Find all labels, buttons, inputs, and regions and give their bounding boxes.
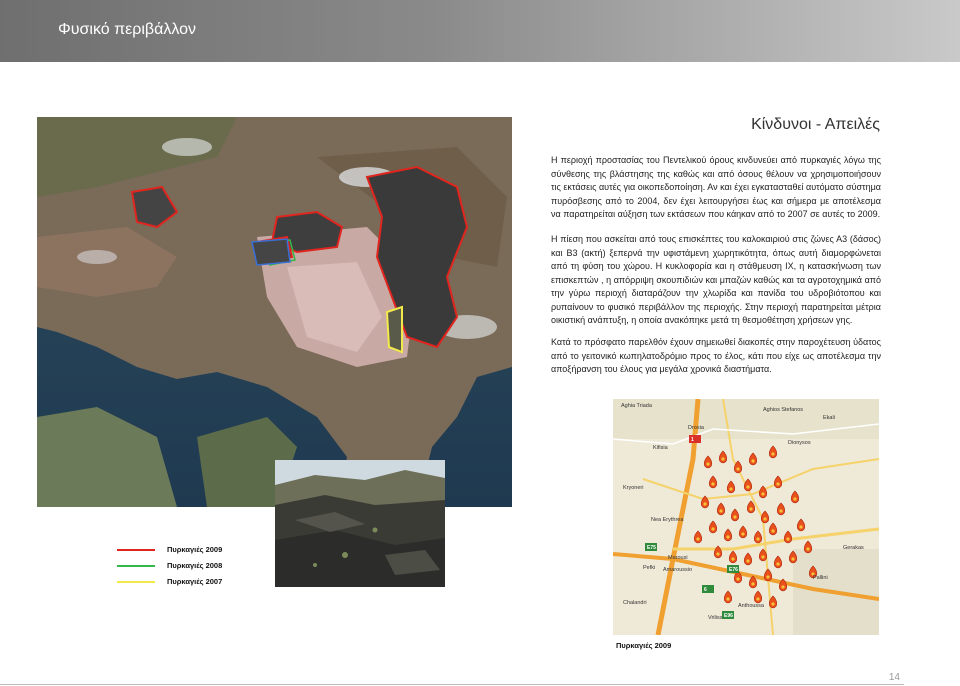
burn-area-2008 bbox=[251, 238, 291, 266]
fire-marker-core bbox=[729, 487, 733, 491]
road-marker-label: 1 bbox=[691, 437, 694, 443]
legend-label: Πυρκαγιές 2009 bbox=[167, 545, 223, 554]
fire-marker-core bbox=[746, 485, 750, 489]
fire-marker-core bbox=[766, 575, 770, 579]
fire-marker-core bbox=[749, 507, 753, 511]
map-place-label: Dionysos bbox=[788, 440, 811, 446]
fire-marker-core bbox=[719, 509, 723, 513]
fire-marker-core bbox=[736, 577, 740, 581]
fire-marker-core bbox=[786, 537, 790, 541]
fire-marker-core bbox=[733, 515, 737, 519]
fire-marker-core bbox=[771, 452, 775, 456]
fire-marker-core bbox=[776, 562, 780, 566]
fire-marker-core bbox=[696, 537, 700, 541]
map-place-label: Kifisia bbox=[653, 445, 669, 451]
fire-marker-core bbox=[726, 597, 730, 601]
fire-marker-core bbox=[703, 502, 707, 506]
fire-marker-core bbox=[776, 482, 780, 486]
burned-hillside-photo bbox=[275, 460, 445, 587]
fire-marker-core bbox=[756, 597, 760, 601]
fire-marker-core bbox=[751, 459, 755, 463]
satellite-fire-map bbox=[37, 117, 512, 507]
fire-marker-core bbox=[771, 602, 775, 606]
fire-marker-core bbox=[751, 582, 755, 586]
fire-marker-core bbox=[711, 527, 715, 531]
map-place-label: Amaroussio bbox=[663, 567, 692, 573]
legend-label: Πυρκαγιές 2007 bbox=[167, 577, 223, 586]
fire-marker-core bbox=[761, 555, 765, 559]
map-place-label: Anthoussa bbox=[738, 603, 765, 609]
map-place-label: Pefki bbox=[643, 565, 655, 571]
map-place-label: Aghia Triada bbox=[621, 403, 653, 409]
map-place-label: Aghios Stefanos bbox=[763, 407, 803, 413]
fire-marker-core bbox=[781, 585, 785, 589]
road-marker-label: E76 bbox=[729, 567, 738, 573]
map-place-label: Ekali bbox=[823, 415, 835, 421]
legend-line-red bbox=[117, 549, 155, 551]
map-place-label: Gerakas bbox=[843, 545, 864, 551]
fire-marker-core bbox=[711, 482, 715, 486]
map-place-label: Drosia bbox=[688, 425, 705, 431]
fire-marker-core bbox=[706, 462, 710, 466]
fire-marker-core bbox=[716, 552, 720, 556]
fire-marker-core bbox=[761, 492, 765, 496]
fire-marker-core bbox=[756, 537, 760, 541]
fire-marker-core bbox=[771, 529, 775, 533]
map-place-label: Marousi bbox=[668, 555, 688, 561]
page-header: Φυσικό περιβάλλον bbox=[0, 0, 960, 62]
map-place-label: Chalandri bbox=[623, 600, 647, 606]
road-marker-label: E75 bbox=[647, 545, 656, 551]
paragraph: Κατά το πρόσφατο παρελθόν έχουν σημειωθε… bbox=[551, 337, 881, 374]
fire-marker-core bbox=[726, 535, 730, 539]
legend-label: Πυρκαγιές 2008 bbox=[167, 561, 223, 570]
fire-marker-core bbox=[763, 517, 767, 521]
fire-marker-core bbox=[799, 525, 803, 529]
legend-line-green bbox=[117, 565, 155, 567]
paragraph: Η περιοχή προστασίας του Πεντελικού όρου… bbox=[551, 155, 881, 219]
paragraph: Η πίεση που ασκείται από τους επισκέπτες… bbox=[551, 234, 881, 325]
road-marker-label: E96 bbox=[724, 613, 733, 619]
map-place-label: Kryoneri bbox=[623, 485, 643, 491]
section-title: Κίνδυνοι - Απειλές bbox=[751, 116, 880, 133]
map-place-label: Nea Erythrea bbox=[651, 517, 684, 523]
fire-marker-core bbox=[741, 532, 745, 536]
fire-marker-core bbox=[736, 467, 740, 471]
map-place-label: Pallini bbox=[813, 575, 828, 581]
fire-marker-core bbox=[721, 457, 725, 461]
page-number: 14 bbox=[888, 672, 900, 683]
fire-road-map: Aghia Triada Aghios Stefanos Kifisia Nea Er… bbox=[613, 399, 879, 635]
fire-marker-core bbox=[793, 497, 797, 501]
fire-marker-core bbox=[746, 559, 750, 563]
fire-marker-core bbox=[791, 557, 795, 561]
fire-marker-core bbox=[806, 547, 810, 551]
burn-area-2007 bbox=[385, 305, 403, 354]
fire-marker-core bbox=[731, 557, 735, 561]
page-title: Φυσικό περιβάλλον bbox=[58, 21, 197, 38]
fire-marker-core bbox=[779, 509, 783, 513]
road-marker-label: 6 bbox=[704, 587, 707, 593]
page-divider bbox=[0, 684, 904, 685]
road-map-caption: Πυρκαγιές 2009 bbox=[616, 641, 672, 650]
legend-line-yellow bbox=[117, 581, 155, 583]
